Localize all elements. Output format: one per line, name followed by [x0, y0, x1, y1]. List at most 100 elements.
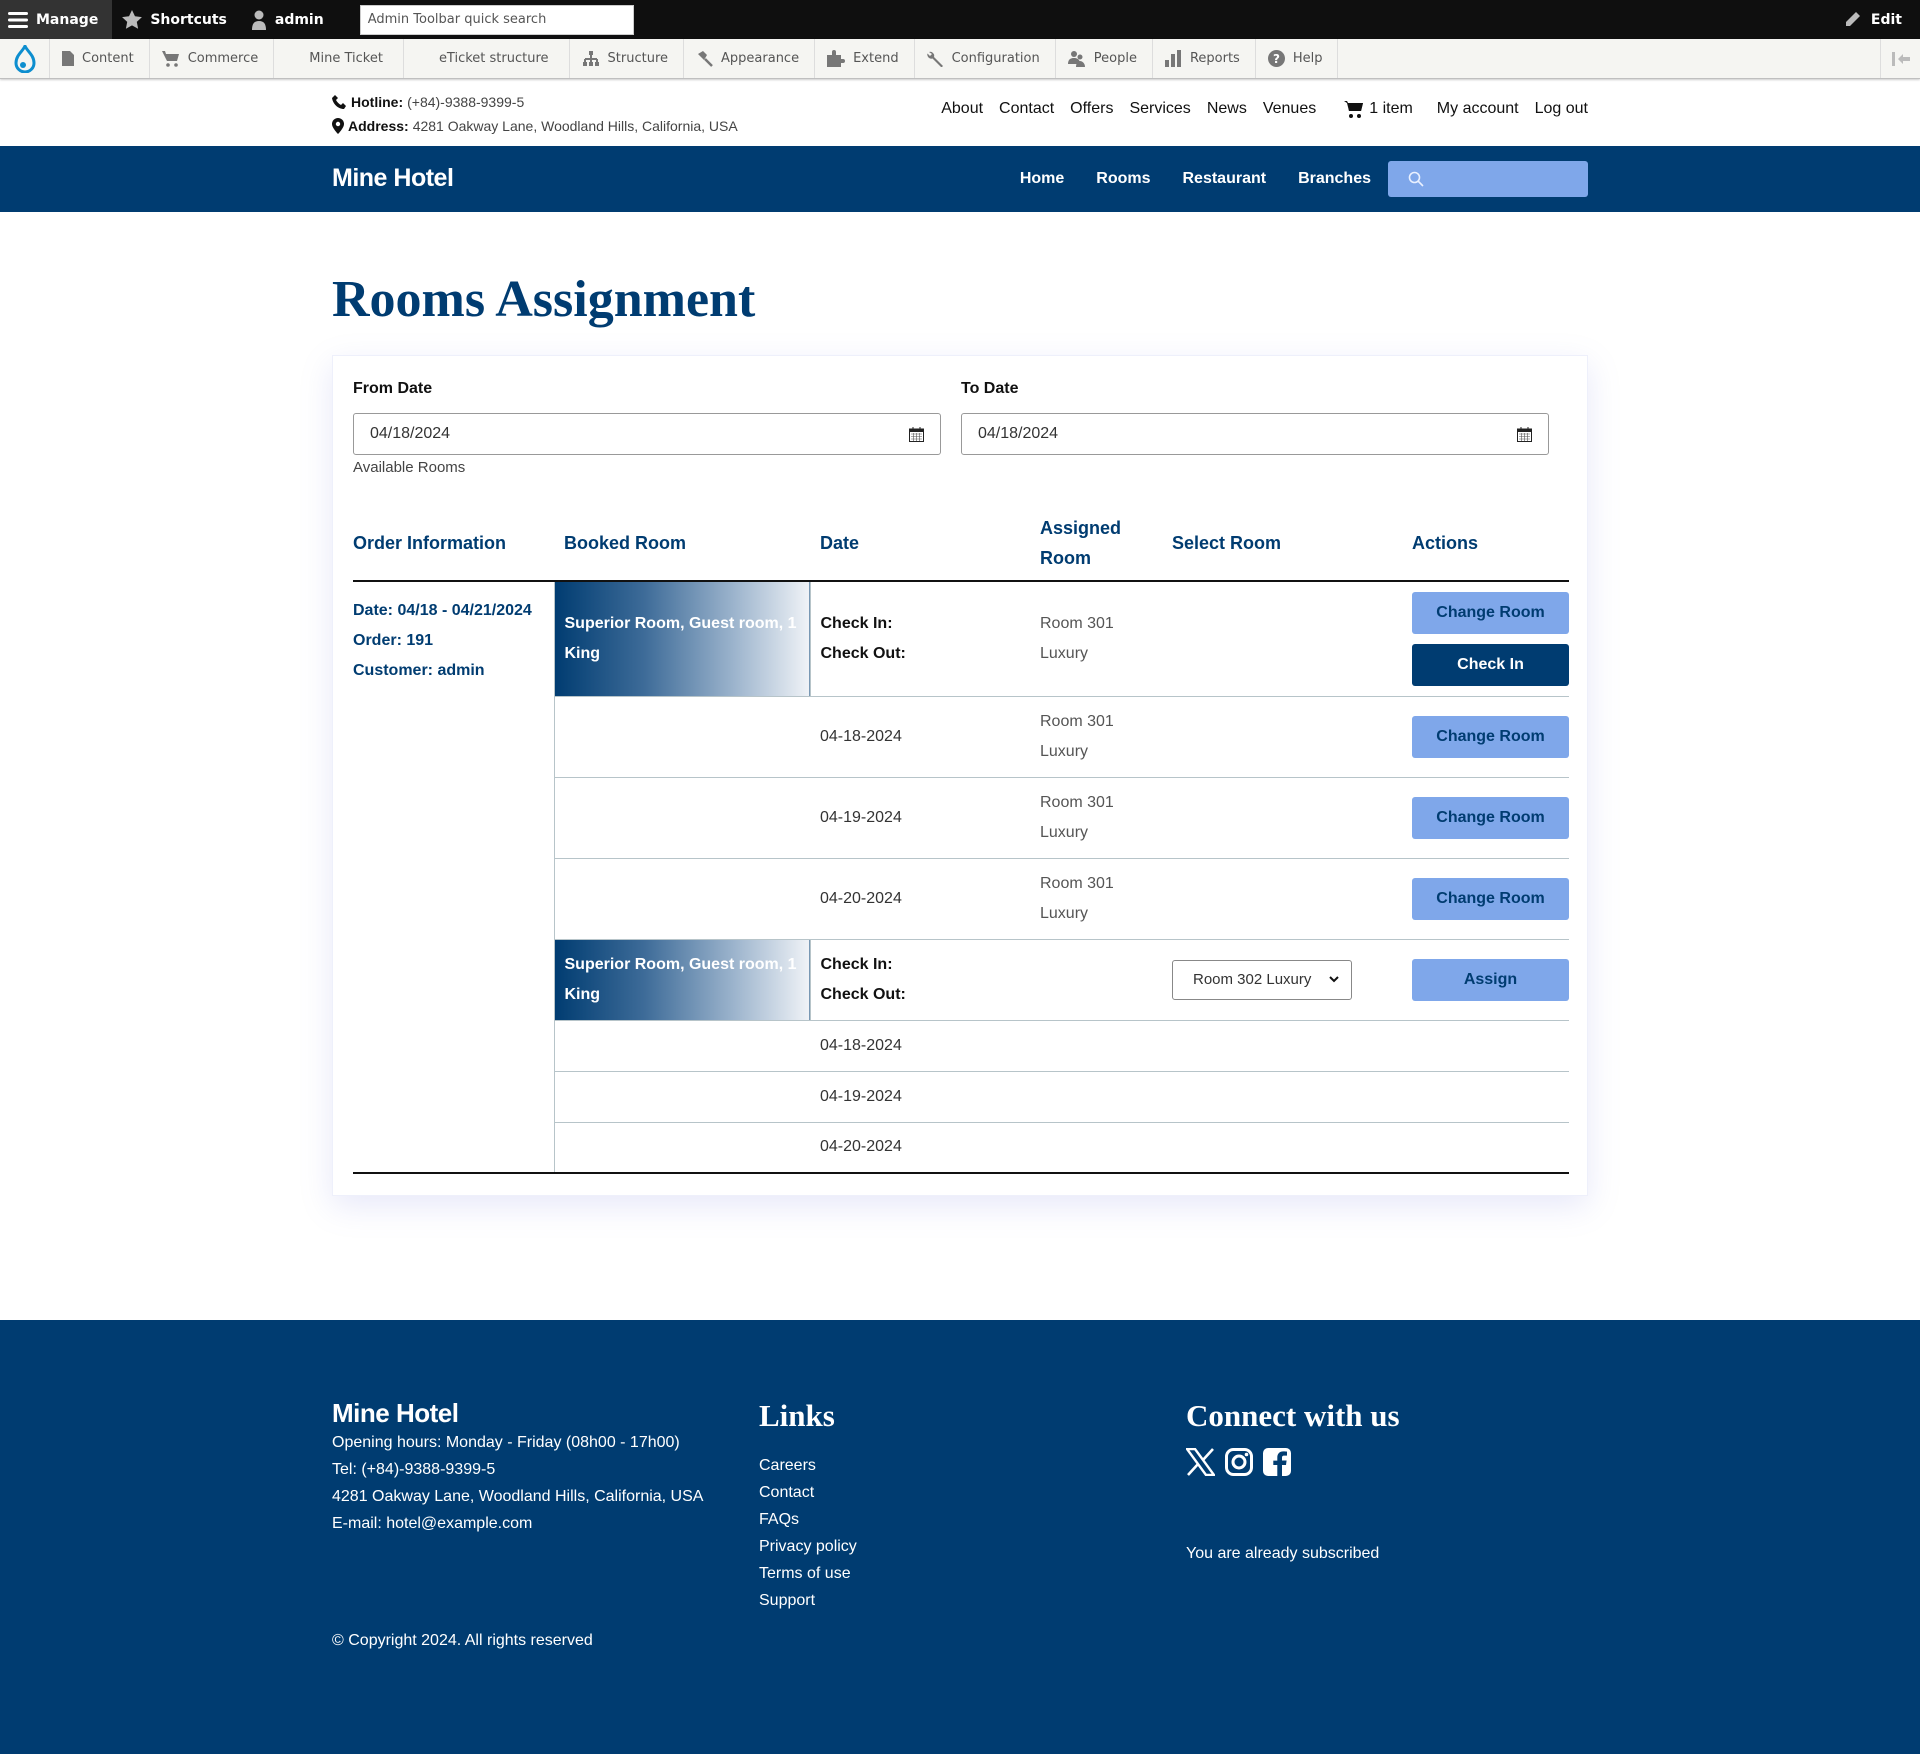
facebook-icon[interactable] [1263, 1448, 1291, 1476]
day-date: 04-19-2024 [810, 1071, 1040, 1123]
tray-item-commerce[interactable]: Commerce [150, 39, 275, 78]
change-room-button[interactable]: Change Room [1412, 877, 1569, 920]
subscription-status: You are already subscribed [1186, 1545, 1380, 1562]
top-link-contact[interactable]: Contact [999, 100, 1054, 118]
user-tab[interactable]: admin [241, 0, 338, 39]
manage-tab[interactable]: Manage [0, 0, 113, 39]
actions-cell: Change Room Check In [1412, 581, 1569, 697]
footer-link-careers[interactable]: Careers [759, 1452, 857, 1479]
site-search-input[interactable] [1388, 161, 1588, 197]
collapse-tray-button[interactable] [1880, 39, 1920, 78]
calendar-icon[interactable] [909, 426, 924, 442]
calendar-icon[interactable] [1517, 426, 1532, 442]
assigned-room-type: Luxury [1040, 644, 1089, 662]
tray-item-structure[interactable]: Structure [570, 39, 685, 78]
footer-link-faqs[interactable]: FAQs [759, 1506, 857, 1533]
top-link-about[interactable]: About [941, 100, 983, 118]
admin-toolbar: Manage Shortcuts admin Admin Toolbar qui… [0, 0, 1920, 39]
footer-link-terms[interactable]: Terms of use [759, 1560, 857, 1587]
top-links: About Contact Offers Services News Venue… [925, 100, 1588, 118]
select-room-cell [1172, 581, 1412, 697]
copyright: © Copyright 2024. All rights reserved [332, 1632, 593, 1649]
top-link-news[interactable]: News [1207, 100, 1247, 118]
search-icon [1408, 171, 1424, 187]
nav-link-home[interactable]: Home [1020, 170, 1064, 188]
nav-link-rooms[interactable]: Rooms [1096, 170, 1150, 188]
footer-link-support[interactable]: Support [759, 1587, 857, 1614]
tray-item-people[interactable]: People [1056, 39, 1153, 78]
change-room-button[interactable]: Change Room [1412, 796, 1569, 839]
tray-item-mine-ticket[interactable]: Mine Ticket [274, 39, 404, 78]
select-room-cell [1172, 1122, 1412, 1174]
assign-button[interactable]: Assign [1412, 958, 1569, 1001]
select-room-cell [1172, 858, 1412, 940]
footer-hours: Opening hours: Monday - Friday (08h00 - … [332, 1434, 680, 1451]
shortcuts-tab[interactable]: Shortcuts [112, 0, 241, 39]
nav-link-restaurant[interactable]: Restaurant [1183, 170, 1267, 188]
top-link-offers[interactable]: Offers [1070, 100, 1113, 118]
tray-item-help[interactable]: ? Help [1256, 39, 1339, 78]
assigned-room-cell: Room 301 Luxury [1040, 696, 1172, 778]
booked-room-cell-empty [554, 696, 810, 778]
check-dates-cell: Check In: Check Out: [810, 581, 1040, 697]
footer-link-privacy[interactable]: Privacy policy [759, 1533, 857, 1560]
shortcuts-label: Shortcuts [150, 11, 227, 28]
check-in-label: Check In: [820, 955, 893, 973]
footer-link-contact[interactable]: Contact [759, 1479, 857, 1506]
assigned-room-name: Room 301 [1040, 712, 1114, 730]
select-room-cell [1172, 777, 1412, 859]
day-date: 04-20-2024 [810, 858, 1040, 940]
cart-count: 1 item [1369, 100, 1413, 117]
change-room-button[interactable]: Change Room [1412, 591, 1569, 634]
drupal-logo[interactable] [0, 39, 50, 78]
select-room-cell [1172, 1020, 1412, 1072]
cart-link[interactable]: 1 item [1344, 100, 1413, 118]
drupal-drop-icon [13, 44, 36, 73]
nav-link-branches[interactable]: Branches [1298, 170, 1371, 188]
tray-item-reports[interactable]: Reports [1153, 39, 1256, 78]
admin-quick-search-input[interactable]: Admin Toolbar quick search [359, 4, 634, 35]
tray-item-appearance[interactable]: Appearance [684, 39, 816, 78]
booked-room-cell-empty [554, 1122, 810, 1174]
day-date: 04-20-2024 [810, 1122, 1040, 1174]
change-room-button[interactable]: Change Room [1412, 715, 1569, 758]
order-customer: Customer: admin [353, 662, 485, 679]
my-account-link[interactable]: My account [1437, 100, 1519, 118]
user-label: admin [274, 11, 324, 28]
tray-item-eticket-structure[interactable]: eTicket structure [404, 39, 570, 78]
room-select-dropdown[interactable]: Room 302 Luxury [1172, 959, 1352, 1000]
tray-item-label: People [1093, 51, 1137, 66]
svg-text:?: ? [1273, 52, 1280, 66]
header-date: Date [810, 506, 1040, 582]
top-link-services[interactable]: Services [1129, 100, 1190, 118]
booked-room-cell-empty [554, 777, 810, 859]
check-out-label: Check Out: [820, 985, 906, 1003]
assigned-room-cell [1040, 939, 1172, 1021]
site-brand[interactable]: Mine Hotel [332, 164, 454, 193]
bar-chart-icon [1164, 50, 1181, 67]
user-icon [251, 10, 266, 30]
tray-item-label: Reports [1189, 51, 1240, 66]
footer-links: Links Careers Contact FAQs Privacy polic… [759, 1398, 857, 1614]
assigned-room-cell [1040, 1122, 1172, 1174]
order-number: Order: 191 [353, 632, 434, 649]
tray-item-extend[interactable]: Extend [815, 39, 915, 78]
edit-button[interactable]: Edit [1844, 11, 1920, 28]
contact-info-bar: Hotline: (+84)-9388-9399-5 Address: 4281… [332, 90, 1588, 140]
tray-item-configuration[interactable]: Configuration [915, 39, 1056, 78]
tray-item-content[interactable]: Content [50, 39, 150, 78]
x-icon[interactable] [1186, 1448, 1215, 1476]
brush-icon [698, 51, 713, 67]
footer-brand: Mine Hotel [332, 1398, 459, 1428]
footer-address: 4281 Oakway Lane, Woodland Hills, Califo… [332, 1488, 704, 1505]
booked-room-cell-empty [554, 1071, 810, 1123]
from-date-input[interactable]: 04/18/2024 [353, 413, 941, 455]
to-date-label: To Date [961, 380, 1019, 397]
top-link-venues[interactable]: Venues [1263, 100, 1316, 118]
main-nav: Mine Hotel Home Rooms Restaurant Branche… [0, 146, 1920, 212]
logout-link[interactable]: Log out [1535, 100, 1588, 118]
to-date-input[interactable]: 04/18/2024 [961, 413, 1549, 455]
instagram-icon[interactable] [1225, 1448, 1253, 1476]
shopping-cart-icon [1344, 100, 1364, 118]
check-in-button[interactable]: Check In [1412, 643, 1569, 686]
